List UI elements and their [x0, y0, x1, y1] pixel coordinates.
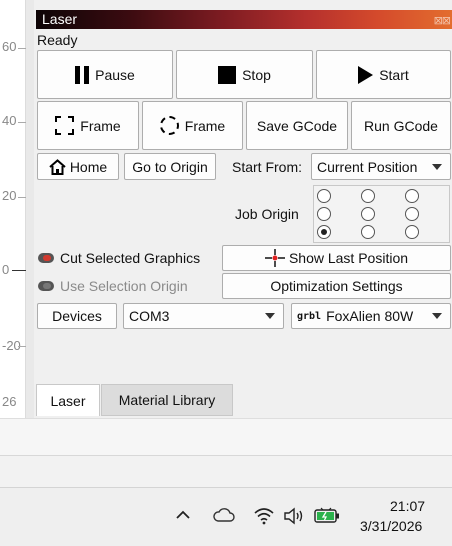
grbl-logo-icon: grbl — [297, 310, 322, 322]
chevron-down-icon — [432, 313, 442, 319]
frame-circle-label: Frame — [184, 117, 226, 134]
taskbar-date[interactable]: 3/31/2026 — [360, 518, 422, 534]
origin-center-radio[interactable] — [361, 207, 375, 221]
home-button[interactable]: Home — [37, 153, 119, 180]
pause-label: Pause — [95, 66, 135, 83]
tab-laser[interactable]: Laser — [36, 384, 100, 416]
ruler-tick-label: 26 — [2, 394, 17, 409]
panel-title-bar[interactable]: Laser ⊠⊠ — [36, 10, 452, 29]
start-from-label: Start From: — [232, 159, 303, 175]
ruler-tick — [18, 346, 26, 347]
laser-panel: Laser ⊠⊠ Ready Pause Stop Start Frame Fr… — [34, 0, 452, 418]
canvas-edge — [26, 0, 34, 418]
show-last-position-label: Show Last Position — [288, 250, 409, 266]
home-icon — [49, 158, 66, 175]
go-to-origin-button[interactable]: Go to Origin — [124, 153, 216, 180]
cut-selected-label: Cut Selected Graphics — [60, 250, 201, 266]
frame-rect-label: Frame — [80, 117, 121, 134]
speaker-icon[interactable] — [283, 507, 305, 525]
panel-title: Laser — [42, 11, 78, 27]
start-button[interactable]: Start — [316, 50, 451, 99]
origin-top-right-radio[interactable] — [405, 189, 419, 203]
ruler-tick-label: 0 — [2, 262, 10, 277]
ruler-tick — [18, 197, 26, 198]
show-last-position-button[interactable]: Show Last Position — [222, 245, 451, 271]
status-text: Ready — [37, 32, 78, 48]
panel-footer-area — [0, 418, 452, 456]
home-label: Home — [69, 158, 108, 175]
port-select[interactable]: COM3 — [123, 303, 284, 329]
optimization-settings-button[interactable]: Optimization Settings — [222, 273, 451, 299]
chevron-up-icon[interactable] — [176, 510, 190, 520]
job-origin-label: Job Origin — [235, 206, 299, 222]
panel-float-close-icons[interactable]: ⊠⊠ — [434, 12, 451, 31]
tab-material-library[interactable]: Material Library — [101, 384, 233, 416]
frame-rect-button[interactable]: Frame — [37, 101, 139, 150]
origin-bottom-center-radio[interactable] — [361, 225, 375, 239]
play-icon — [358, 65, 374, 84]
ruler-tick-label: 60 — [2, 39, 17, 54]
device-profile-select[interactable]: grbl FoxAlien 80W — [291, 303, 451, 329]
vertical-ruler: 60 40 20 0 -20 26 — [0, 0, 26, 418]
use-selection-origin-label: Use Selection Origin — [60, 278, 188, 294]
run-gcode-button[interactable]: Run GCode — [351, 101, 451, 150]
ruler-tick-label: 40 — [2, 113, 17, 128]
ruler-tick — [18, 122, 26, 123]
origin-bottom-right-radio[interactable] — [405, 225, 419, 239]
job-origin-grid — [313, 185, 450, 243]
stop-label: Stop — [242, 66, 271, 83]
device-profile-value: FoxAlien 80W — [326, 308, 414, 324]
stop-button[interactable]: Stop — [176, 50, 313, 99]
origin-bottom-left-radio[interactable] — [317, 225, 331, 239]
origin-middle-left-radio[interactable] — [317, 207, 331, 221]
save-gcode-button[interactable]: Save GCode — [246, 101, 348, 150]
frame-circle-button[interactable]: Frame — [142, 101, 243, 150]
start-from-select[interactable]: Current Position — [311, 153, 451, 180]
ruler-tick — [18, 48, 26, 49]
crosshair-icon — [264, 249, 285, 267]
status-bar — [0, 456, 452, 488]
port-value: COM3 — [129, 308, 170, 324]
cloud-icon[interactable] — [213, 507, 235, 523]
origin-top-center-radio[interactable] — [361, 189, 375, 203]
wifi-icon[interactable] — [253, 507, 275, 525]
frame-circle-icon — [159, 116, 179, 135]
battery-icon[interactable] — [313, 507, 341, 525]
frame-rectangle-icon — [55, 116, 75, 135]
start-label: Start — [379, 66, 409, 83]
pause-icon — [75, 65, 90, 84]
chevron-down-icon — [432, 163, 442, 170]
chevron-down-icon — [265, 313, 275, 319]
stop-icon — [218, 65, 237, 84]
cut-selected-toggle[interactable] — [38, 253, 54, 263]
pause-button[interactable]: Pause — [37, 50, 173, 99]
ruler-tick-label: 20 — [2, 188, 17, 203]
origin-middle-right-radio[interactable] — [405, 207, 419, 221]
taskbar-time[interactable]: 21:07 — [390, 498, 425, 514]
devices-button[interactable]: Devices — [37, 303, 117, 329]
start-from-value: Current Position — [317, 158, 418, 175]
origin-top-left-radio[interactable] — [317, 189, 331, 203]
use-selection-origin-toggle[interactable] — [38, 281, 54, 291]
